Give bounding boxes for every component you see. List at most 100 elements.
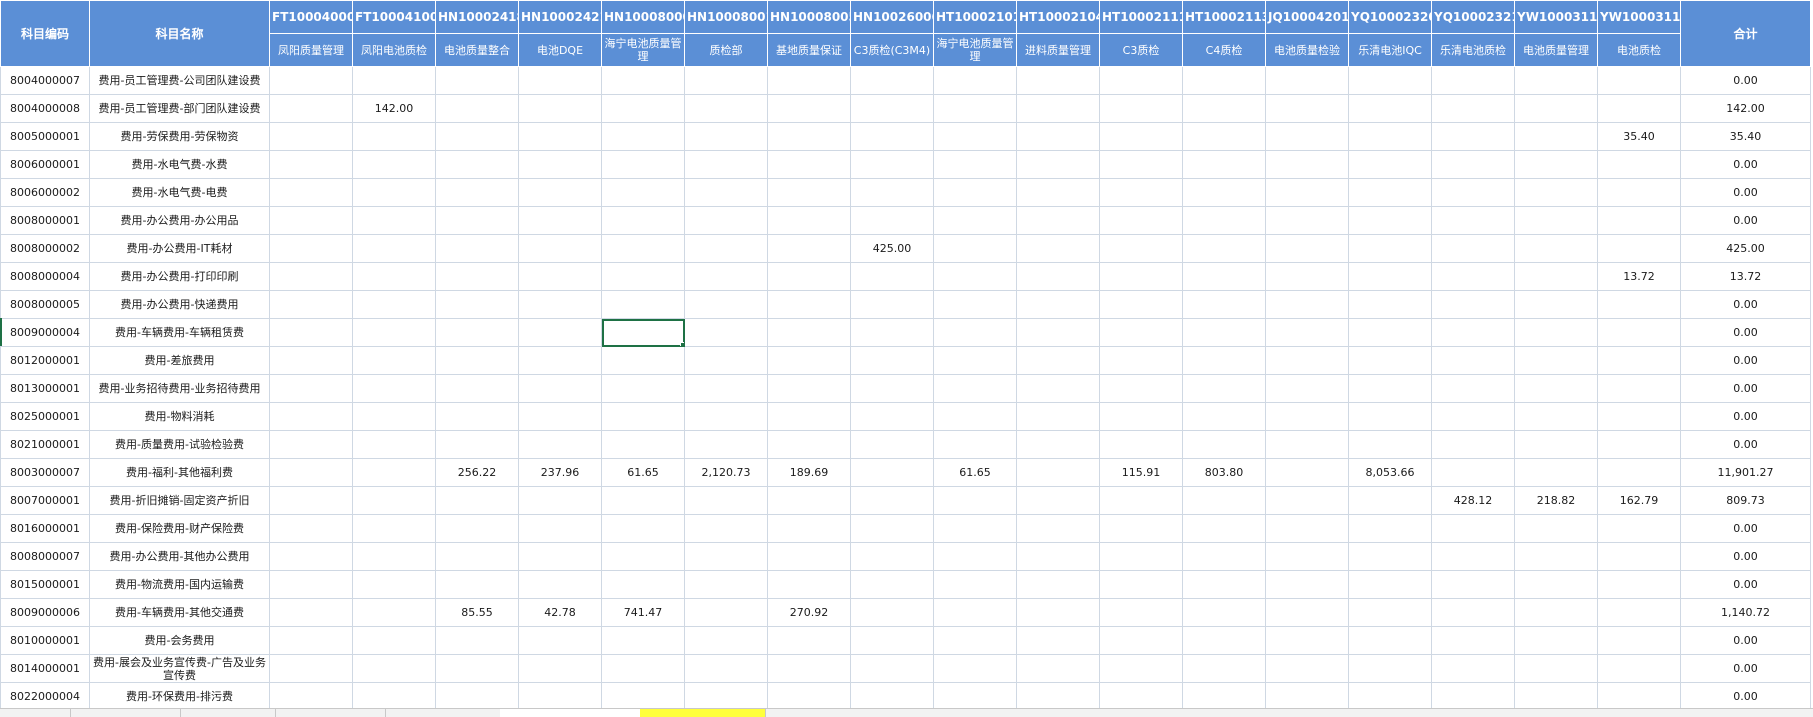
cell-value[interactable]	[1016, 262, 1100, 291]
cell-value[interactable]	[1597, 178, 1681, 207]
cell-value[interactable]	[1182, 598, 1266, 627]
cell-value[interactable]: 42.78	[518, 598, 602, 627]
cell-value[interactable]	[1016, 430, 1100, 459]
cell-value[interactable]	[435, 486, 519, 515]
cell-value[interactable]	[1514, 402, 1598, 431]
cell-value[interactable]	[850, 318, 934, 347]
cell-value[interactable]	[1431, 178, 1515, 207]
cell-value[interactable]	[601, 94, 685, 123]
cell-value[interactable]	[684, 626, 768, 655]
header-dept-name[interactable]: 电池质量检验	[1265, 33, 1349, 67]
cell-value[interactable]	[518, 402, 602, 431]
cell-value[interactable]	[684, 94, 768, 123]
cell-value[interactable]	[352, 542, 436, 571]
cell-value[interactable]	[684, 66, 768, 95]
header-dept-code[interactable]: JQ10004201	[1265, 0, 1349, 34]
cell-value[interactable]	[767, 234, 851, 263]
cell-value[interactable]	[269, 486, 353, 515]
cell-value[interactable]	[1099, 122, 1183, 151]
cell-value[interactable]	[1099, 318, 1183, 347]
cell-value[interactable]	[850, 486, 934, 515]
cell-value[interactable]	[352, 570, 436, 599]
cell-account-name[interactable]: 费用-会务费用	[89, 626, 270, 655]
cell-value[interactable]	[1099, 262, 1183, 291]
cell-value[interactable]	[850, 346, 934, 375]
cell-value[interactable]	[601, 346, 685, 375]
cell-value[interactable]	[933, 654, 1017, 683]
cell-value[interactable]	[1514, 458, 1598, 487]
cell-value[interactable]	[1348, 486, 1432, 515]
cell-account-name[interactable]: 费用-办公费用-办公用品	[89, 206, 270, 235]
cell-value[interactable]	[1099, 598, 1183, 627]
cell-value[interactable]	[1597, 570, 1681, 599]
cell-account-code[interactable]: 8010000001	[0, 626, 90, 655]
cell-value[interactable]	[850, 514, 934, 543]
cell-account-code[interactable]: 8021000001	[0, 430, 90, 459]
cell-value[interactable]	[850, 626, 934, 655]
cell-value[interactable]	[518, 206, 602, 235]
cell-total[interactable]: 0.00	[1680, 290, 1811, 319]
cell-value[interactable]	[269, 66, 353, 95]
cell-value[interactable]	[1265, 682, 1349, 711]
cell-value[interactable]	[684, 262, 768, 291]
cell-value[interactable]	[850, 430, 934, 459]
header-dept-name[interactable]: 凤阳电池质检	[352, 33, 436, 67]
cell-value[interactable]	[518, 234, 602, 263]
cell-account-code[interactable]: 8008000002	[0, 234, 90, 263]
cell-value[interactable]	[1182, 290, 1266, 319]
cell-value[interactable]	[1514, 542, 1598, 571]
cell-value[interactable]	[933, 486, 1017, 515]
cell-value[interactable]	[1182, 94, 1266, 123]
cell-account-name[interactable]: 费用-办公费用-IT耗材	[89, 234, 270, 263]
cell-value[interactable]: 803.80	[1182, 458, 1266, 487]
cell-value[interactable]	[352, 206, 436, 235]
cell-value[interactable]	[269, 430, 353, 459]
cell-value[interactable]	[684, 682, 768, 711]
cell-account-name[interactable]: 费用-劳保费用-劳保物资	[89, 122, 270, 151]
cell-total[interactable]: 0.00	[1680, 542, 1811, 571]
cell-account-name[interactable]: 费用-物料消耗	[89, 402, 270, 431]
cell-value[interactable]	[1597, 402, 1681, 431]
cell-value[interactable]	[269, 682, 353, 711]
cell-value[interactable]	[518, 262, 602, 291]
cell-value[interactable]	[1099, 486, 1183, 515]
cell-value[interactable]	[1016, 150, 1100, 179]
cell-value[interactable]	[1514, 430, 1598, 459]
cell-value[interactable]	[850, 66, 934, 95]
cell-value[interactable]	[518, 318, 602, 347]
cell-value[interactable]	[1016, 206, 1100, 235]
cell-value[interactable]	[1016, 346, 1100, 375]
cell-total[interactable]: 0.00	[1680, 626, 1811, 655]
cell-value[interactable]	[1431, 654, 1515, 683]
cell-value[interactable]	[269, 150, 353, 179]
cell-total[interactable]: 0.00	[1680, 346, 1811, 375]
cell-value[interactable]: 270.92	[767, 598, 851, 627]
cell-value[interactable]: 61.65	[933, 458, 1017, 487]
cell-value[interactable]	[767, 178, 851, 207]
cell-account-code[interactable]: 8016000001	[0, 514, 90, 543]
header-dept-code[interactable]: HT10002113	[1182, 0, 1266, 34]
cell-value[interactable]	[601, 206, 685, 235]
cell-account-code[interactable]: 8022000004	[0, 682, 90, 711]
cell-value[interactable]	[1514, 234, 1598, 263]
cell-value[interactable]	[435, 94, 519, 123]
cell-account-code[interactable]: 8003000007	[0, 458, 90, 487]
cell-value[interactable]	[1099, 178, 1183, 207]
cell-value[interactable]	[850, 178, 934, 207]
cell-value[interactable]	[850, 206, 934, 235]
cell-account-name[interactable]: 费用-保险费用-财产保险费	[89, 514, 270, 543]
cell-value[interactable]: 218.82	[1514, 486, 1598, 515]
cell-value[interactable]	[1016, 514, 1100, 543]
cell-account-name[interactable]: 费用-物流费用-国内运输费	[89, 570, 270, 599]
cell-value[interactable]	[1597, 290, 1681, 319]
cell-value[interactable]	[269, 94, 353, 123]
cell-value[interactable]	[1016, 682, 1100, 711]
cell-value[interactable]	[933, 318, 1017, 347]
cell-value[interactable]	[518, 542, 602, 571]
cell-value[interactable]	[1597, 654, 1681, 683]
header-dept-name[interactable]: 凤阳质量管理	[269, 33, 353, 67]
cell-value[interactable]	[1514, 346, 1598, 375]
cell-value[interactable]	[1431, 570, 1515, 599]
cell-total[interactable]: 0.00	[1680, 178, 1811, 207]
cell-value[interactable]	[684, 402, 768, 431]
